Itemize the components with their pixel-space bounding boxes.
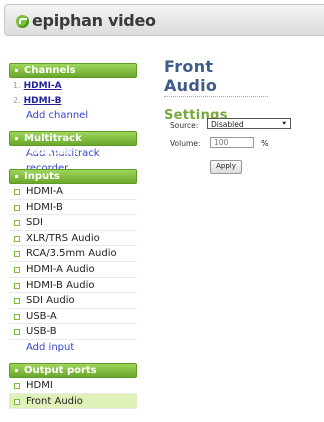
sidebar: Channels 1. HDMI-A 2. HDMI-B Add channel M… — [9, 63, 137, 410]
input-item-hdmi-b-audio[interactable]: HDMI-B Audio — [9, 278, 137, 294]
input-item-usb-a[interactable]: USB-A — [9, 309, 137, 325]
section-header-output-ports: Output ports — [9, 362, 137, 378]
input-item-hdmi-a[interactable]: HDMI-A — [9, 184, 137, 200]
app-header: epiphan video — [4, 4, 324, 36]
volume-input[interactable]: 100 — [210, 137, 254, 148]
channel-item-1[interactable]: 1. HDMI-A — [9, 78, 137, 93]
channel-link[interactable]: HDMI-B — [24, 96, 62, 106]
brand-name: epiphan video — [32, 11, 156, 30]
main-content: Front Audio Settings — [164, 57, 324, 123]
input-item-hdmi-b[interactable]: HDMI-B — [9, 200, 137, 216]
output-item-front-audio[interactable]: Front Audio — [9, 393, 137, 410]
apply-button[interactable]: Apply — [210, 160, 242, 174]
source-select[interactable]: Disabled ⯆ — [207, 118, 291, 129]
channel-item-2[interactable]: 2. HDMI-B — [9, 93, 137, 108]
input-item-xlr-trs-audio[interactable]: XLR/TRS Audio — [9, 231, 137, 247]
section-header-multitrack: Multitrack recorders — [9, 131, 137, 157]
add-channel-link[interactable]: Add channel — [9, 108, 137, 123]
epiphan-logo-icon — [16, 15, 29, 28]
output-item-hdmi[interactable]: HDMI — [9, 378, 137, 394]
chevron-down-icon: ⯆ — [281, 120, 287, 128]
add-input-link[interactable]: Add input — [9, 340, 137, 355]
section-header-inputs: Inputs — [9, 169, 137, 184]
source-select-value: Disabled — [211, 120, 244, 129]
page-title: Front Audio — [164, 57, 268, 97]
channel-number: 1. — [13, 81, 21, 90]
section-header-channels: Channels — [9, 63, 137, 78]
channel-number: 2. — [13, 96, 21, 105]
source-label: Source: — [170, 121, 199, 130]
input-item-usb-b[interactable]: USB-B — [9, 324, 137, 340]
input-item-rca-audio[interactable]: RCA/3.5mm Audio — [9, 246, 137, 262]
volume-unit: % — [261, 139, 269, 148]
input-item-hdmi-a-audio[interactable]: HDMI-A Audio — [9, 262, 137, 278]
channel-link[interactable]: HDMI-A — [24, 81, 62, 91]
input-item-sdi-audio[interactable]: SDI Audio — [9, 293, 137, 309]
input-item-sdi[interactable]: SDI — [9, 215, 137, 231]
volume-label: Volume: — [170, 139, 201, 148]
